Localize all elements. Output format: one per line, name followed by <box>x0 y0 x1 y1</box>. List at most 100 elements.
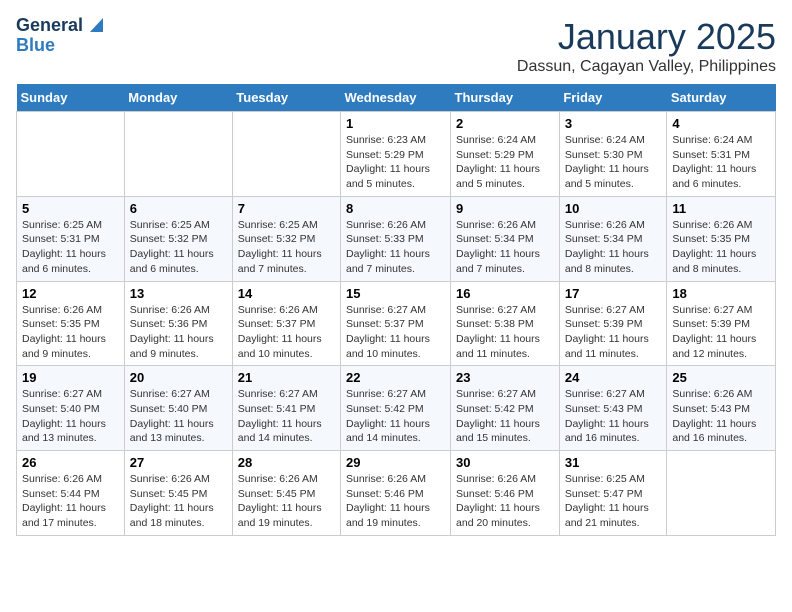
logo-general: General <box>16 16 83 36</box>
weekday-header-friday: Friday <box>559 84 667 112</box>
day-number: 24 <box>565 370 662 385</box>
day-number: 23 <box>456 370 554 385</box>
day-info: Sunrise: 6:27 AM Sunset: 5:39 PM Dayligh… <box>672 303 770 362</box>
calendar-cell: 9Sunrise: 6:26 AM Sunset: 5:34 PM Daylig… <box>451 196 560 281</box>
day-number: 14 <box>238 286 335 301</box>
calendar-cell: 6Sunrise: 6:25 AM Sunset: 5:32 PM Daylig… <box>124 196 232 281</box>
calendar-cell: 13 Sunrise: 6:26 AM Sunset: 5:36 PM Dayli… <box>124 281 232 366</box>
day-info: Sunrise: 6:26 AM Sunset: 5:44 PM Dayligh… <box>22 472 119 531</box>
title-section: January 2025 Dassun, Cagayan Valley, Phi… <box>517 16 776 76</box>
calendar-cell: 18 Sunrise: 6:27 AM Sunset: 5:39 PM Dayli… <box>667 281 776 366</box>
calendar-cell: 5 Sunrise: 6:25 AM Sunset: 5:31 PM Daylig… <box>17 196 125 281</box>
day-number: 3 <box>565 116 662 131</box>
day-info: Sunrise: 6:23 AM Sunset: 5:29 PM Dayligh… <box>346 133 445 192</box>
day-info: Sunrise: 6:26 AM Sunset: 5:45 PM Dayligh… <box>130 472 227 531</box>
day-info: Sunrise: 6:27 AM Sunset: 5:43 PM Dayligh… <box>565 387 662 446</box>
day-number: 29 <box>346 455 445 470</box>
day-number: 20 <box>130 370 227 385</box>
calendar-cell: 15Sunrise: 6:27 AM Sunset: 5:37 PM Dayli… <box>341 281 451 366</box>
weekday-header-saturday: Saturday <box>667 84 776 112</box>
calendar-cell: 12 Sunrise: 6:26 AM Sunset: 5:35 PM Dayli… <box>17 281 125 366</box>
day-info: Sunrise: 6:26 AM Sunset: 5:43 PM Dayligh… <box>672 387 770 446</box>
day-number: 17 <box>565 286 662 301</box>
calendar-cell: 8 Sunrise: 6:26 AM Sunset: 5:33 PM Daylig… <box>341 196 451 281</box>
day-info: Sunrise: 6:26 AM Sunset: 5:45 PM Dayligh… <box>238 472 335 531</box>
day-info: Sunrise: 6:26 AM Sunset: 5:46 PM Dayligh… <box>346 472 445 531</box>
day-info: Sunrise: 6:24 AM Sunset: 5:30 PM Dayligh… <box>565 133 662 192</box>
calendar-cell: 23 Sunrise: 6:27 AM Sunset: 5:42 PM Dayli… <box>451 366 560 451</box>
calendar-cell: 21Sunrise: 6:27 AM Sunset: 5:41 PM Dayli… <box>232 366 340 451</box>
day-number: 27 <box>130 455 227 470</box>
logo-icon <box>85 16 103 34</box>
calendar-table: SundayMondayTuesdayWednesdayThursdayFrid… <box>16 84 776 536</box>
calendar-cell: 30Sunrise: 6:26 AM Sunset: 5:46 PM Dayli… <box>451 451 560 536</box>
day-number: 10 <box>565 201 662 216</box>
calendar-cell: 31Sunrise: 6:25 AM Sunset: 5:47 PM Dayli… <box>559 451 667 536</box>
calendar-cell: 28 Sunrise: 6:26 AM Sunset: 5:45 PM Dayli… <box>232 451 340 536</box>
weekday-header-sunday: Sunday <box>17 84 125 112</box>
calendar-cell <box>124 112 232 197</box>
day-info: Sunrise: 6:27 AM Sunset: 5:42 PM Dayligh… <box>346 387 445 446</box>
day-number: 5 <box>22 201 119 216</box>
day-number: 2 <box>456 116 554 131</box>
day-number: 6 <box>130 201 227 216</box>
day-info: Sunrise: 6:27 AM Sunset: 5:42 PM Dayligh… <box>456 387 554 446</box>
calendar-cell: 3 Sunrise: 6:24 AM Sunset: 5:30 PM Daylig… <box>559 112 667 197</box>
day-info: Sunrise: 6:25 AM Sunset: 5:31 PM Dayligh… <box>22 218 119 277</box>
day-info: Sunrise: 6:27 AM Sunset: 5:38 PM Dayligh… <box>456 303 554 362</box>
day-number: 16 <box>456 286 554 301</box>
weekday-header-monday: Monday <box>124 84 232 112</box>
calendar-cell: 26Sunrise: 6:26 AM Sunset: 5:44 PM Dayli… <box>17 451 125 536</box>
day-number: 25 <box>672 370 770 385</box>
calendar-cell: 19 Sunrise: 6:27 AM Sunset: 5:40 PM Dayli… <box>17 366 125 451</box>
calendar-week-4: 19 Sunrise: 6:27 AM Sunset: 5:40 PM Dayli… <box>17 366 776 451</box>
month-title: January 2025 <box>517 16 776 58</box>
day-info: Sunrise: 6:26 AM Sunset: 5:33 PM Dayligh… <box>346 218 445 277</box>
day-number: 30 <box>456 455 554 470</box>
day-number: 31 <box>565 455 662 470</box>
day-info: Sunrise: 6:27 AM Sunset: 5:40 PM Dayligh… <box>130 387 227 446</box>
calendar-cell: 20 Sunrise: 6:27 AM Sunset: 5:40 PM Dayli… <box>124 366 232 451</box>
day-number: 28 <box>238 455 335 470</box>
calendar-cell <box>667 451 776 536</box>
logo: General Blue <box>16 16 103 56</box>
calendar-week-2: 5 Sunrise: 6:25 AM Sunset: 5:31 PM Daylig… <box>17 196 776 281</box>
calendar-cell: 29 Sunrise: 6:26 AM Sunset: 5:46 PM Dayli… <box>341 451 451 536</box>
day-number: 1 <box>346 116 445 131</box>
day-number: 12 <box>22 286 119 301</box>
day-info: Sunrise: 6:26 AM Sunset: 5:35 PM Dayligh… <box>22 303 119 362</box>
calendar-cell: 2 Sunrise: 6:24 AM Sunset: 5:29 PM Daylig… <box>451 112 560 197</box>
day-number: 22 <box>346 370 445 385</box>
day-info: Sunrise: 6:24 AM Sunset: 5:29 PM Dayligh… <box>456 133 554 192</box>
day-number: 11 <box>672 201 770 216</box>
weekday-header-tuesday: Tuesday <box>232 84 340 112</box>
day-number: 8 <box>346 201 445 216</box>
calendar-cell <box>17 112 125 197</box>
day-info: Sunrise: 6:24 AM Sunset: 5:31 PM Dayligh… <box>672 133 770 192</box>
calendar-cell: 24 Sunrise: 6:27 AM Sunset: 5:43 PM Dayli… <box>559 366 667 451</box>
calendar-week-1: 1 Sunrise: 6:23 AM Sunset: 5:29 PM Daylig… <box>17 112 776 197</box>
day-number: 13 <box>130 286 227 301</box>
calendar-cell: 22 Sunrise: 6:27 AM Sunset: 5:42 PM Dayli… <box>341 366 451 451</box>
calendar-cell: 25 Sunrise: 6:26 AM Sunset: 5:43 PM Dayli… <box>667 366 776 451</box>
day-info: Sunrise: 6:26 AM Sunset: 5:37 PM Dayligh… <box>238 303 335 362</box>
calendar-cell: 4 Sunrise: 6:24 AM Sunset: 5:31 PM Daylig… <box>667 112 776 197</box>
location: Dassun, Cagayan Valley, Philippines <box>517 58 776 76</box>
day-info: Sunrise: 6:27 AM Sunset: 5:40 PM Dayligh… <box>22 387 119 446</box>
day-info: Sunrise: 6:26 AM Sunset: 5:36 PM Dayligh… <box>130 303 227 362</box>
weekday-header-wednesday: Wednesday <box>341 84 451 112</box>
calendar-cell: 10 Sunrise: 6:26 AM Sunset: 5:34 PM Dayli… <box>559 196 667 281</box>
calendar-cell: 11 Sunrise: 6:26 AM Sunset: 5:35 PM Dayli… <box>667 196 776 281</box>
page-header: General Blue January 2025 Dassun, Cagaya… <box>16 16 776 76</box>
day-info: Sunrise: 6:26 AM Sunset: 5:34 PM Dayligh… <box>565 218 662 277</box>
weekday-header-thursday: Thursday <box>451 84 560 112</box>
day-number: 18 <box>672 286 770 301</box>
calendar-body: 1 Sunrise: 6:23 AM Sunset: 5:29 PM Daylig… <box>17 112 776 536</box>
day-number: 4 <box>672 116 770 131</box>
day-info: Sunrise: 6:25 AM Sunset: 5:32 PM Dayligh… <box>238 218 335 277</box>
day-info: Sunrise: 6:27 AM Sunset: 5:39 PM Dayligh… <box>565 303 662 362</box>
day-info: Sunrise: 6:27 AM Sunset: 5:41 PM Dayligh… <box>238 387 335 446</box>
day-info: Sunrise: 6:26 AM Sunset: 5:35 PM Dayligh… <box>672 218 770 277</box>
day-number: 19 <box>22 370 119 385</box>
calendar-week-3: 12 Sunrise: 6:26 AM Sunset: 5:35 PM Dayli… <box>17 281 776 366</box>
